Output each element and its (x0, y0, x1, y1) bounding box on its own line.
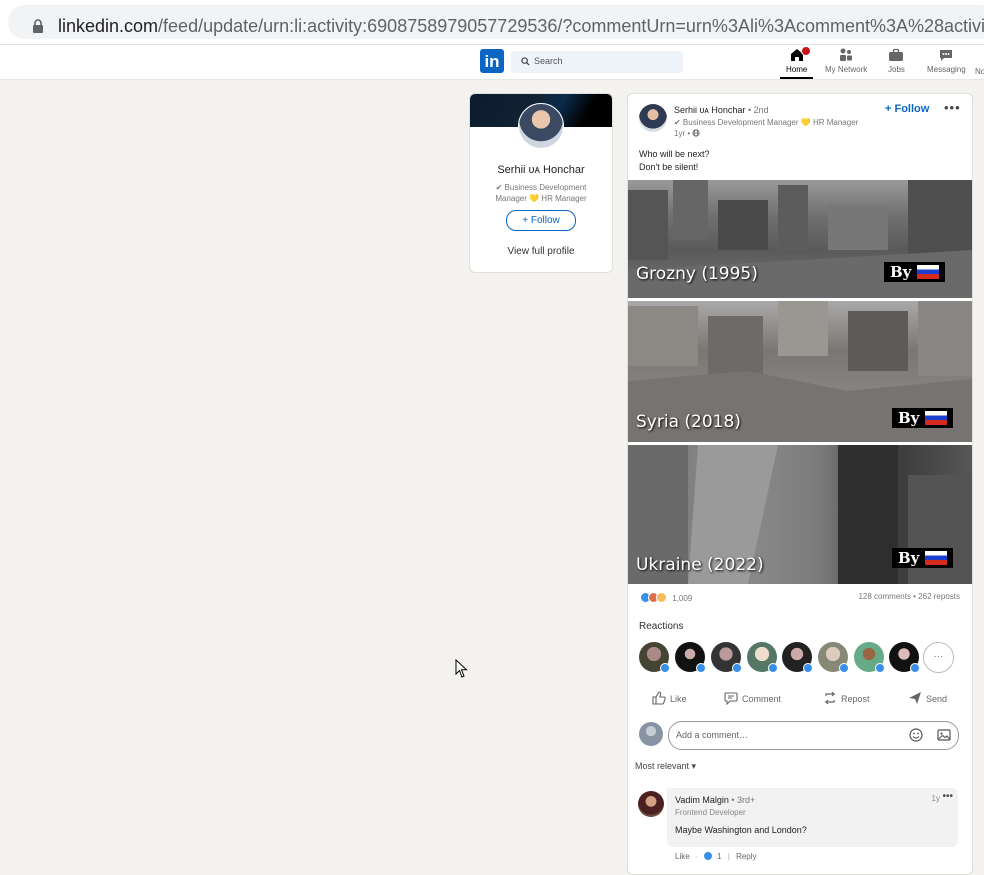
nav-notifications[interactable]: No (975, 67, 984, 76)
post-actions: Like Comment Repost Send (628, 689, 972, 711)
globe-icon (692, 129, 700, 137)
browser-url-bar: linkedin.com/feed/update/urn:li:activity… (0, 0, 984, 45)
post-image-grozny[interactable]: Grozny (1995) By (628, 180, 972, 298)
nav-home[interactable]: Home (779, 46, 814, 79)
more-reactions-button[interactable]: ··· (923, 642, 954, 673)
view-full-profile-link[interactable]: View full profile (470, 246, 612, 257)
author-name[interactable]: Serhii ᴜᴀ Honchar • 2nd (674, 105, 769, 115)
russia-flag-icon (917, 265, 940, 279)
russia-flag-icon (925, 551, 948, 565)
reactor-avatar[interactable] (782, 642, 813, 673)
top-navigation: in Search Home My Network Jobs Messaging… (0, 45, 984, 80)
nav-messaging[interactable]: Messaging (927, 47, 966, 74)
comment-like-count[interactable]: 1 (717, 852, 721, 861)
post-image-syria[interactable]: Syria (2018) By (628, 301, 972, 442)
nav-my-network[interactable]: My Network (825, 47, 867, 74)
profile-headline: ✔ Business Development Manager 💛 HR Mana… (495, 183, 587, 203)
nav-jobs[interactable]: Jobs (888, 47, 905, 74)
search-placeholder: Search (534, 56, 563, 66)
comment-bubble: Vadim Malgin • 3rd+ Frontend Developer M… (667, 788, 958, 847)
image-icon[interactable] (937, 728, 951, 742)
post-follow-button[interactable]: + Follow (885, 103, 929, 115)
comment-text: Maybe Washington and London? (675, 825, 807, 835)
reactor-avatar[interactable] (639, 642, 670, 673)
reactor-avatar[interactable] (818, 642, 849, 673)
reaction-count[interactable]: 1,009 (640, 592, 692, 603)
russia-flag-icon (925, 411, 948, 425)
post-timestamp: 1yr • (674, 129, 700, 138)
insightful-reaction-icon (656, 592, 667, 603)
post-image-ukraine[interactable]: Ukraine (2022) By (628, 445, 972, 584)
commenter-headline: Frontend Developer (675, 808, 746, 817)
address-field[interactable]: linkedin.com/feed/update/urn:li:activity… (8, 5, 984, 39)
reactor-avatar[interactable] (747, 642, 778, 673)
comment-input[interactable]: Add a comment… (668, 721, 959, 750)
image-badge: By (884, 262, 946, 282)
like-button[interactable]: Like (652, 691, 687, 705)
repost-button[interactable]: Repost (823, 691, 870, 705)
home-icon (786, 46, 812, 65)
reactor-avatar[interactable] (854, 642, 885, 673)
comment-time: 1y (931, 794, 940, 803)
image-badge: By (892, 408, 954, 428)
search-input[interactable]: Search (511, 51, 683, 73)
profile-card: Serhii ᴜᴀ Honchar ✔ Business Development… (469, 93, 613, 273)
reactor-avatar[interactable] (711, 642, 742, 673)
linkedin-logo[interactable]: in (480, 49, 504, 73)
feed-post: Serhii ᴜᴀ Honchar • 2nd ✔ Business Devel… (627, 93, 973, 875)
messaging-icon (927, 47, 966, 65)
emoji-icon[interactable] (909, 728, 923, 742)
reactor-avatar[interactable] (675, 642, 706, 673)
mouse-cursor-icon (455, 659, 468, 678)
notification-badge (801, 46, 812, 56)
comment-button[interactable]: Comment (724, 691, 781, 706)
repost-icon (824, 691, 836, 705)
network-icon (825, 47, 867, 65)
commenter-avatar[interactable] (638, 791, 664, 817)
image-badge: By (892, 548, 954, 568)
reactor-avatar[interactable] (889, 642, 920, 673)
author-avatar[interactable] (639, 104, 667, 132)
send-button[interactable]: Send (908, 691, 947, 705)
post-text: Who will be next? Don't be silent! (639, 149, 710, 172)
comments-reposts-count[interactable]: 128 comments • 262 reposts (858, 592, 960, 601)
comment-icon (724, 692, 738, 706)
author-headline: ✔ Business Development Manager 💛 HR Mana… (674, 118, 859, 127)
image-caption: Syria (2018) (636, 412, 741, 432)
image-caption: Grozny (1995) (636, 264, 758, 284)
search-icon (521, 57, 530, 66)
profile-follow-button[interactable]: + Follow (506, 210, 576, 231)
comment-placeholder: Add a comment… (676, 730, 749, 740)
comment-more-icon[interactable]: ••• (942, 791, 953, 802)
jobs-icon (888, 47, 905, 65)
send-icon (909, 692, 921, 704)
profile-avatar[interactable] (518, 103, 564, 149)
commenter-name[interactable]: Vadim Malgin • 3rd+ (675, 795, 755, 805)
comment-reply-button[interactable]: Reply (736, 852, 756, 861)
reactions-title: Reactions (639, 621, 684, 632)
comment-like-button[interactable]: Like (675, 852, 690, 861)
post-more-icon[interactable]: ••• (944, 100, 961, 115)
thumbs-up-icon (652, 691, 666, 705)
comment-actions: Like · 1 | Reply (675, 851, 757, 861)
current-user-avatar[interactable] (639, 722, 663, 746)
lock-icon (33, 19, 43, 33)
url-text: linkedin.com/feed/update/urn:li:activity… (58, 16, 984, 36)
profile-name[interactable]: Serhii ᴜᴀ Honchar (470, 164, 612, 176)
like-reaction-icon (702, 851, 713, 861)
comment-sort-dropdown[interactable]: Most relevant ▾ (635, 761, 696, 772)
image-caption: Ukraine (2022) (636, 555, 764, 575)
